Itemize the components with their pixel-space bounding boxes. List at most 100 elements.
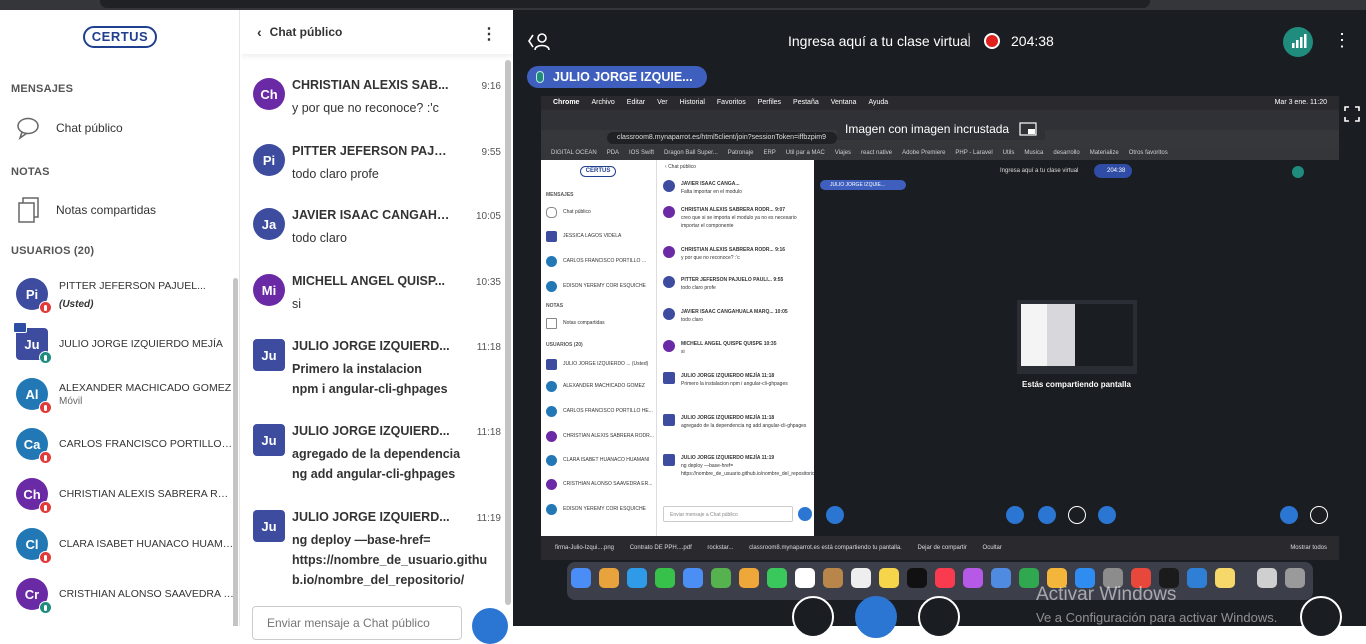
menubar-item: Chrome	[553, 99, 580, 106]
user-item[interactable]: Pi PITTER JEFERSON PAJUEL... (Usted)	[16, 276, 236, 314]
bookmark: Util par a MAC	[785, 150, 825, 156]
message-author: JULIO JORGE IZQUIERD...	[292, 424, 450, 438]
screen-share-thumbnail	[1017, 300, 1137, 374]
mic-off-icon	[39, 451, 52, 464]
message-text: ng deploy —base-href= https://nombre_de_…	[292, 533, 488, 587]
avatar: Ch	[16, 478, 52, 514]
avatar: Ju	[253, 510, 285, 542]
user-item[interactable]: Cr CRISTHIAN ALONSO SAAVEDRA ER...	[16, 576, 236, 614]
user-name: CHRISTIAN ALEXIS SABRERA RODR...	[59, 488, 234, 500]
avatar: Cr	[16, 578, 52, 614]
user-panel-toggle-icon[interactable]	[527, 32, 551, 57]
menubar-item: Archivo	[591, 99, 615, 106]
avatar: Al	[16, 378, 52, 414]
sidebar-item-shared-notes[interactable]: Notas compartidas	[14, 195, 234, 225]
avatar: Ja	[253, 208, 285, 240]
presentation-area: Ingresa aquí a tu clase virtual | 204:38…	[513, 10, 1366, 626]
user-item[interactable]: Ca CARLOS FRANCISCO PORTILLO HE...	[16, 426, 236, 464]
url-field: classroom8.mynaparrot.es/html5client/joi…	[607, 132, 837, 144]
message-author: JULIO JORGE IZQUIERD...	[292, 339, 450, 353]
message-time: 10:35	[475, 277, 501, 288]
bookmark: Viajes	[834, 150, 852, 156]
raise-hand-button[interactable]	[1300, 596, 1342, 638]
inner-message: PITTER JEFERSON PAJUELO PAULI... 9:55 tod…	[663, 276, 811, 292]
inner-send-button	[798, 507, 812, 521]
user-device: Móvil	[59, 395, 83, 407]
mac-menubar: Chrome Archivo Editar Ver Historial Favoritos…	[541, 96, 1339, 110]
inner-message: JULIO JORGE IZQUIERDO MEJÍA 11:18 agregad…	[663, 414, 811, 430]
users-section-title: USUARIOS (20)	[11, 245, 95, 257]
bookmark: Materialize	[1089, 150, 1119, 156]
chat-scrollbar[interactable]	[505, 60, 511, 605]
chat-message: Ju JULIO JORGE IZQUIERD... 11:18 Primero …	[253, 339, 501, 399]
record-icon[interactable]	[984, 33, 1000, 49]
chat-message-input[interactable]	[252, 606, 462, 640]
inner-user: CARLOS FRANCISCO PORTILLO HE...	[546, 405, 653, 417]
user-item[interactable]: Ju JULIO JORGE IZQUIERDO MEJÍA	[13, 322, 236, 364]
inner-section-title: NOTAS	[546, 303, 564, 309]
message-time: 9:16	[481, 81, 501, 92]
inner-sidebar-item: JESSICA LAGOS VIDELA	[546, 230, 621, 242]
user-item[interactable]: Cl CLARA ISABET HUANACO HUAMANI	[16, 526, 236, 564]
browser-top-strip	[0, 0, 1366, 10]
microphone-button[interactable]	[855, 596, 897, 638]
pip-icon	[1019, 122, 1037, 136]
menubar-item: Favoritos	[716, 99, 746, 106]
inner-sidebar: CERTUS MENSAJES Chat público JESSICA LAG…	[541, 160, 656, 536]
avatar: Ca	[16, 428, 52, 464]
connection-status-icon[interactable]	[1283, 27, 1313, 57]
sidebar-item-public-chat[interactable]: Chat público	[14, 113, 234, 143]
fullscreen-icon[interactable]	[1343, 105, 1361, 128]
message-text: todo claro	[292, 231, 347, 245]
menubar-item: Ver	[657, 99, 668, 106]
avatar: Pi	[253, 144, 285, 176]
avatar: Ch	[253, 78, 285, 110]
bookmark: Musica	[1024, 150, 1044, 156]
mic-off-icon	[39, 301, 52, 314]
inner-user: EDISON YEREMY CORI ESQUICHE	[546, 503, 646, 515]
menubar-item: Ayuda	[868, 99, 889, 106]
user-item[interactable]: Al ALEXANDER MACHICADO GOMEZ Móvil	[16, 376, 236, 414]
inner-controls	[814, 498, 1339, 536]
inner-sidebar-item: CARLOS FRANCISCO PORTILLO ...	[546, 255, 646, 267]
message-time: 11:19	[476, 513, 501, 524]
inner-signal-icon	[1292, 166, 1304, 178]
bookmark: Otros favoritos	[1128, 150, 1168, 156]
users-scrollbar[interactable]	[233, 278, 238, 626]
user-name: ALEXANDER MACHICADO GOMEZ	[59, 381, 232, 394]
presenter-icon	[13, 322, 27, 333]
camera-button[interactable]	[918, 596, 960, 638]
stop-sharing-button: Dejar de compartir	[917, 545, 967, 551]
user-name: PITTER JEFERSON PAJUEL...	[59, 280, 206, 292]
menubar-item: Editar	[626, 99, 646, 106]
share-notice-text: classroom8.mynaparrot.es está compartien…	[749, 545, 902, 551]
bookmark: Adobe Premiere	[902, 150, 946, 156]
inner-message: JULIO JORGE IZQUIERDO MEJÍA 11:19 ng depl…	[663, 454, 816, 478]
inner-message: JULIO JORGE IZQUIERDO MEJÍA 11:18 Primero…	[663, 372, 811, 388]
inner-record-badge: 204:38	[1094, 164, 1132, 178]
message-author: MICHELL ANGEL QUISP...	[292, 274, 446, 288]
bookmark: DIGITAL OCEAN	[551, 150, 597, 156]
user-name: CARLOS FRANCISCO PORTILLO HE...	[59, 438, 234, 450]
mute-audio-button[interactable]	[792, 596, 834, 638]
bookmark: ERP	[763, 150, 776, 156]
windows-watermark-subtitle: Ve a Configuración para activar Windows.	[1036, 610, 1278, 625]
chat-message: Ju JULIO JORGE IZQUIERD... 11:18 agregado…	[253, 424, 501, 484]
title-separator: |	[967, 31, 971, 48]
chat-title[interactable]: Chat público	[270, 25, 343, 39]
send-button[interactable]	[472, 608, 508, 644]
bookmarks-bar: DIGITAL OCEAN PDA IOS Swift Dragon Ball Sup…	[541, 146, 1339, 160]
bookmark: react native	[861, 150, 893, 156]
chevron-left-icon[interactable]: ‹	[257, 24, 262, 40]
more-vertical-icon[interactable]: ⋮	[1333, 30, 1351, 51]
certus-logo: CERTUS	[83, 26, 157, 48]
user-item[interactable]: Ch CHRISTIAN ALEXIS SABRERA RODR...	[16, 476, 236, 514]
bookmark: PDA	[606, 150, 620, 156]
bookmark: Patronaje	[727, 150, 754, 156]
meeting-title: Ingresa aquí a tu clase virtual	[788, 33, 971, 49]
mac-clock: Mar 3 ene. 11:20	[1274, 99, 1327, 106]
more-vertical-icon[interactable]: ⋮	[481, 24, 497, 44]
avatar: Ju	[13, 322, 52, 364]
messages-section-title: MENSAJES	[11, 83, 74, 95]
message-time: 9:55	[481, 147, 501, 158]
